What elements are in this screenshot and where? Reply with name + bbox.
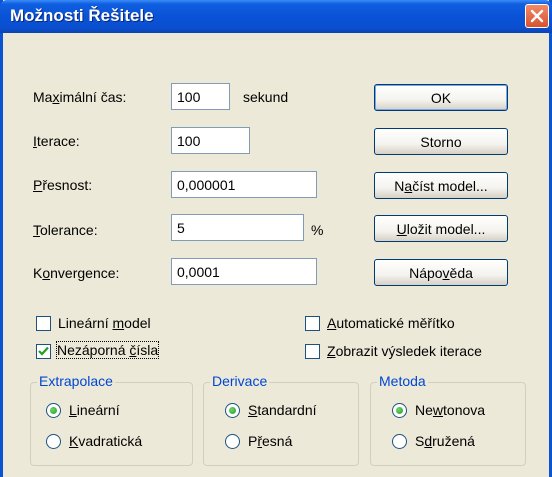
precision-label: Přesnost:	[33, 177, 93, 193]
method-conjugate-label[interactable]: Sdružená	[415, 433, 475, 449]
window-title: Možnosti Řešitele	[10, 6, 154, 25]
tolerance-label: Tolerance:	[33, 222, 98, 238]
max-time-input[interactable]: 100	[171, 83, 230, 110]
extrapolation-quadratic-label[interactable]: Kvadratická	[69, 433, 142, 449]
convergence-input[interactable]: 0,0001	[171, 258, 317, 285]
cancel-button[interactable]: Storno	[374, 128, 508, 155]
show-iteration-checkbox[interactable]	[305, 344, 320, 359]
derivatives-precise-radio[interactable]	[225, 434, 240, 449]
extrapolation-group-title: Extrapolace	[37, 373, 115, 389]
help-button[interactable]: Nápověda	[374, 259, 508, 286]
linear-model-label[interactable]: Lineární model	[58, 315, 151, 331]
derivatives-standard-radio[interactable]	[225, 403, 240, 418]
ok-button[interactable]: OK	[374, 84, 508, 111]
solver-options-dialog: Možnosti Řešitele Maximální čas: Iterace…	[0, 0, 552, 477]
method-newton-label[interactable]: Newtonova	[415, 402, 485, 418]
method-conjugate-radio[interactable]	[392, 434, 407, 449]
extrapolation-linear-radio[interactable]	[46, 403, 61, 418]
checkmark-icon	[38, 346, 49, 356]
iterations-label: Iterace:	[33, 133, 80, 149]
auto-scale-label[interactable]: Automatické měřítko	[327, 315, 455, 331]
close-icon	[530, 9, 544, 23]
extrapolation-quadratic-radio[interactable]	[46, 434, 61, 449]
extrapolation-group: Extrapolace	[30, 373, 193, 466]
title-bar[interactable]: Možnosti Řešitele	[0, 0, 552, 33]
method-group: Metoda	[370, 373, 526, 466]
derivatives-group: Derivace	[203, 373, 359, 466]
convergence-label: Konvergence:	[33, 265, 120, 281]
max-time-label: Maximální čas:	[33, 89, 127, 105]
method-newton-radio[interactable]	[392, 403, 407, 418]
show-iteration-label[interactable]: Zobrazit výsledek iterace	[327, 343, 482, 359]
method-group-title: Metoda	[377, 373, 428, 389]
linear-model-checkbox[interactable]	[36, 316, 51, 331]
extrapolation-linear-label[interactable]: Lineární	[69, 402, 120, 418]
save-model-button[interactable]: Uložit model...	[374, 215, 508, 242]
non-negative-checkbox[interactable]	[36, 344, 51, 359]
tolerance-input[interactable]: 5	[171, 214, 304, 241]
non-negative-label[interactable]: Nezáporná čísla	[55, 341, 160, 359]
auto-scale-checkbox[interactable]	[305, 316, 320, 331]
max-time-unit: sekund	[243, 89, 289, 105]
derivatives-group-title: Derivace	[210, 373, 270, 389]
iterations-input[interactable]: 100	[171, 127, 250, 154]
precision-input[interactable]: 0,000001	[171, 171, 317, 198]
load-model-button[interactable]: Načíst model...	[374, 172, 508, 199]
derivatives-standard-label[interactable]: Standardní	[248, 402, 317, 418]
tolerance-unit: %	[311, 222, 324, 238]
derivatives-precise-label[interactable]: Přesná	[248, 433, 292, 449]
close-button[interactable]	[525, 4, 549, 28]
